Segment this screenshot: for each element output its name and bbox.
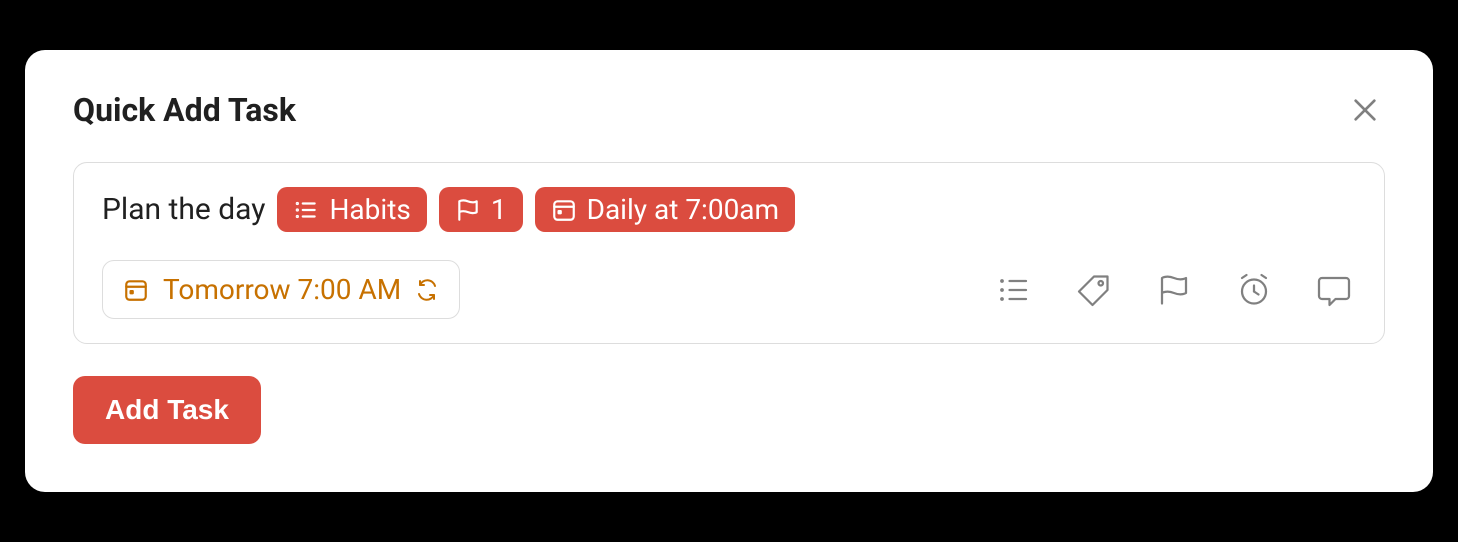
schedule-pill-label: Tomorrow 7:00 AM xyxy=(163,273,401,306)
close-button[interactable] xyxy=(1345,90,1385,130)
schedule-chip[interactable]: Daily at 7:00am xyxy=(535,187,796,232)
list-icon xyxy=(996,272,1032,308)
task-input-area[interactable]: Plan the day Habits 1 xyxy=(73,162,1385,344)
priority-chip[interactable]: 1 xyxy=(439,187,523,232)
comment-button[interactable] xyxy=(1312,268,1356,312)
comment-icon xyxy=(1316,272,1352,308)
alarm-clock-icon xyxy=(1236,272,1272,308)
calendar-icon xyxy=(123,277,149,303)
tag-button[interactable] xyxy=(1072,268,1116,312)
list-chip[interactable]: Habits xyxy=(277,187,426,232)
priority-button[interactable] xyxy=(1152,268,1196,312)
close-icon xyxy=(1349,94,1381,126)
schedule-pill[interactable]: Tomorrow 7:00 AM xyxy=(102,260,460,319)
modal-title: Quick Add Task xyxy=(73,91,296,129)
schedule-chip-label: Daily at 7:00am xyxy=(587,193,780,226)
icon-toolbar xyxy=(992,268,1356,312)
calendar-icon xyxy=(551,197,577,223)
task-text: Plan the day xyxy=(102,192,265,227)
recurring-icon xyxy=(415,278,439,302)
flag-icon xyxy=(455,197,481,223)
list-icon xyxy=(293,197,319,223)
list-button[interactable] xyxy=(992,268,1036,312)
reminder-button[interactable] xyxy=(1232,268,1276,312)
controls-row: Tomorrow 7:00 AM xyxy=(102,260,1356,319)
quick-add-task-modal: Quick Add Task Plan the day Habits xyxy=(25,50,1433,492)
flag-icon xyxy=(1156,272,1192,308)
modal-header: Quick Add Task xyxy=(73,90,1385,130)
tag-icon xyxy=(1076,272,1112,308)
list-chip-label: Habits xyxy=(329,193,410,226)
task-input-line: Plan the day Habits 1 xyxy=(102,187,1356,232)
priority-chip-label: 1 xyxy=(491,193,507,226)
add-task-button[interactable]: Add Task xyxy=(73,376,261,444)
